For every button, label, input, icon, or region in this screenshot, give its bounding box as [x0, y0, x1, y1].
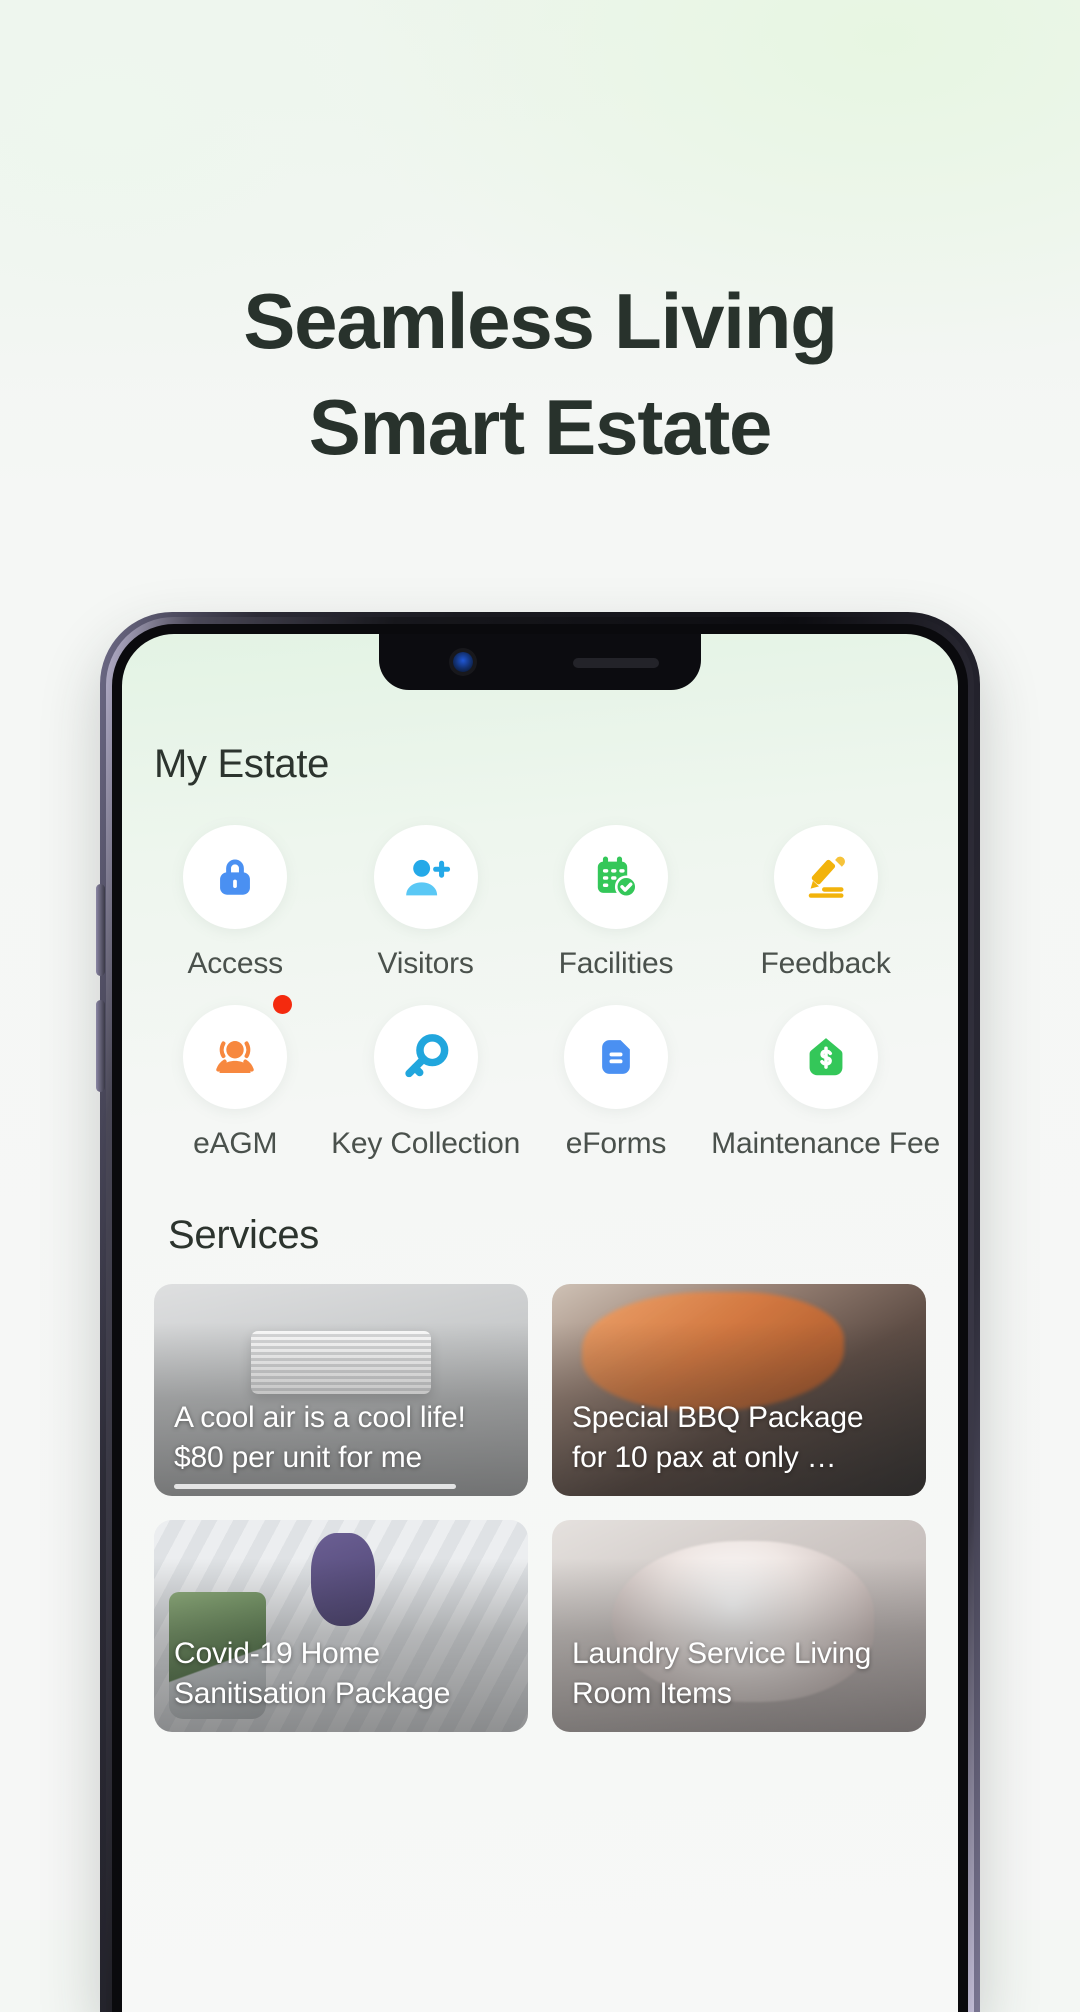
service-card-line-2: Room Items	[572, 1677, 732, 1710]
service-card-line-1: Laundry Service Living	[572, 1637, 872, 1670]
tile-icon-circle	[373, 825, 478, 929]
tile-facilities[interactable]: Facilities	[521, 825, 711, 981]
tile-label: Feedback	[760, 947, 891, 980]
phone-screen: My Estate Access Visitors Facilities Fee…	[122, 634, 958, 2012]
tile-label: Key Collection	[331, 1127, 521, 1160]
phone-power-button[interactable]	[96, 1000, 105, 1092]
tile-label: Access	[187, 947, 283, 980]
service-card-line-1: Special BBQ Package	[572, 1401, 864, 1434]
tile-maintenance-fee[interactable]: Maintenance Fee	[711, 1005, 940, 1161]
phone-volume-button[interactable]	[96, 884, 105, 976]
service-card-text: Laundry Service Living Room Items	[572, 1634, 912, 1714]
service-card-text: Special BBQ Package for 10 pax at only …	[572, 1398, 912, 1478]
card-scroll-indicator[interactable]	[174, 1484, 456, 1489]
tile-label: Visitors	[377, 947, 474, 980]
phone-notch	[379, 634, 701, 690]
notification-badge	[273, 995, 293, 1014]
earpiece-speaker-icon	[573, 658, 659, 668]
tile-label: eAGM	[193, 1127, 278, 1160]
service-card-line-2: $80 per unit for me	[174, 1441, 423, 1474]
tile-eforms[interactable]: eForms	[521, 1005, 711, 1161]
services-card-grid: A cool air is a cool life! $80 per unit …	[140, 1284, 940, 1732]
promo-page: Seamless Living Smart Estate My Estate A…	[0, 0, 1080, 2012]
service-card-text: Covid-19 Home Sanitisation Package	[174, 1634, 514, 1714]
phone-mockup: My Estate Access Visitors Facilities Fee…	[96, 612, 980, 2012]
key-icon	[404, 1034, 448, 1078]
tile-eagm[interactable]: eAGM	[140, 995, 330, 1161]
service-card[interactable]: Covid-19 Home Sanitisation Package	[154, 1520, 528, 1732]
pencil-write-icon	[808, 856, 845, 898]
my-estate-icon-grid: Access Visitors Facilities Feedback eAGM…	[140, 825, 940, 1161]
service-card-line-1: A cool air is a cool life!	[174, 1401, 466, 1434]
tile-access[interactable]: Access	[140, 825, 330, 981]
tile-icon-circle	[183, 825, 288, 929]
service-card-line-1: Covid-19 Home	[174, 1637, 380, 1670]
front-camera-icon	[453, 652, 473, 672]
tile-icon-circle	[773, 825, 878, 929]
document-icon	[602, 1040, 630, 1074]
tile-icon-circle	[773, 1005, 878, 1109]
house-dollar-icon	[809, 1038, 843, 1076]
person-add-icon	[405, 859, 450, 896]
people-group-icon	[216, 1041, 254, 1073]
tile-icon-circle	[563, 1005, 668, 1109]
page-title: Seamless Living Smart Estate	[0, 268, 1080, 480]
tile-icon-circle	[373, 1005, 478, 1109]
headline-line-2: Smart Estate	[308, 383, 773, 471]
section-title-my-estate: My Estate	[154, 742, 330, 786]
tile-label: Facilities	[558, 947, 674, 980]
tile-label: Maintenance Fee	[711, 1127, 940, 1160]
service-card[interactable]: Special BBQ Package for 10 pax at only …	[552, 1284, 926, 1496]
service-card[interactable]: A cool air is a cool life! $80 per unit …	[154, 1284, 528, 1496]
tile-icon-circle	[183, 1005, 288, 1109]
service-card[interactable]: Laundry Service Living Room Items	[552, 1520, 926, 1732]
tile-icon-circle	[563, 825, 668, 929]
lock-icon	[220, 859, 251, 895]
service-card-text: A cool air is a cool life! $80 per unit …	[174, 1398, 514, 1478]
section-title-services: Services	[168, 1213, 319, 1257]
service-card-line-2: for 10 pax at only …	[572, 1441, 837, 1474]
tile-visitors[interactable]: Visitors	[330, 825, 520, 981]
headline-line-1: Seamless Living	[243, 277, 837, 365]
tile-feedback[interactable]: Feedback	[711, 825, 940, 981]
app-screen-content: My Estate Access Visitors Facilities Fee…	[122, 634, 958, 2012]
tile-key-collection[interactable]: Key Collection	[330, 1005, 520, 1161]
service-card-line-2: Sanitisation Package	[174, 1677, 451, 1710]
calendar-check-icon	[597, 856, 638, 899]
tile-label: eForms	[565, 1127, 667, 1160]
